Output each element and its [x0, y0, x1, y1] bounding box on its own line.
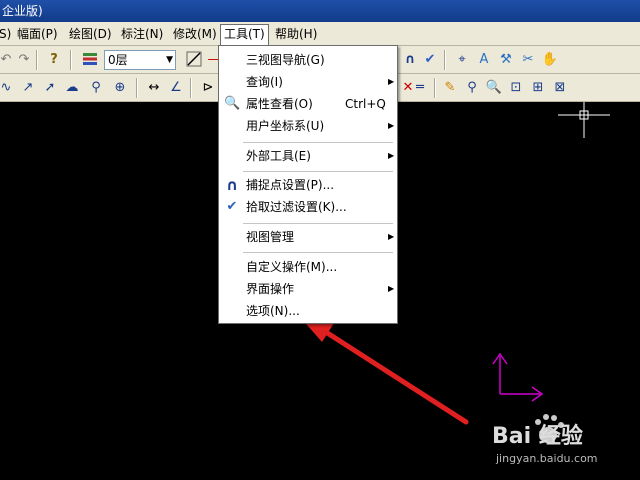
- menu-item-properties[interactable]: 🔍 属性查看(O) Ctrl+Q: [219, 93, 397, 115]
- menu-draw[interactable]: 绘图(D): [66, 24, 115, 44]
- submenu-arrow-icon: ▶: [388, 77, 395, 86]
- redo-icon[interactable]: ↷: [14, 50, 34, 70]
- menu-bar: S) 幅面(P) 绘图(D) 标注(N) 修改(M) 工具(T) 帮助(H): [0, 22, 640, 46]
- menu-separator: [243, 252, 393, 253]
- submenu-arrow-icon: ▶: [388, 121, 395, 130]
- menu-separator: [243, 171, 393, 172]
- menu-tools[interactable]: 工具(T): [220, 24, 269, 45]
- menu-item-pick-filter[interactable]: ✔ 拾取过滤设置(K)...: [219, 196, 397, 218]
- menu-item-options[interactable]: 选项(N)...: [219, 300, 397, 322]
- angle-dimension-icon[interactable]: ∠: [166, 78, 186, 98]
- snap-magnet-icon[interactable]: ∩: [400, 50, 420, 70]
- arrow-line-icon[interactable]: ➚: [40, 78, 60, 98]
- annotation-arrow-icon: [300, 317, 469, 425]
- magnifier-icon: 🔍: [224, 96, 241, 111]
- submenu-arrow-icon: ▶: [388, 151, 395, 160]
- title-bar: 企业版): [0, 0, 640, 22]
- menu-item-external-tools[interactable]: 外部工具(E) ▶: [219, 145, 397, 167]
- pencil-icon[interactable]: ✎: [440, 78, 460, 98]
- pick-filter-icon[interactable]: ✔: [420, 50, 440, 70]
- menu-separator: [243, 223, 393, 224]
- menu-help[interactable]: 帮助(H): [272, 24, 320, 44]
- attribute-icon[interactable]: A: [474, 50, 494, 70]
- layer-select-value: 0层: [108, 53, 128, 67]
- center-mark-icon[interactable]: ⊕: [110, 78, 130, 98]
- shortcut-label: Ctrl+Q: [345, 97, 386, 111]
- menu-separator: [243, 142, 393, 143]
- zoom-window-icon[interactable]: ⊡: [506, 78, 526, 98]
- menu-item-query[interactable]: 查询(I) ▶: [219, 71, 397, 93]
- line-style-icon[interactable]: [184, 50, 204, 70]
- submenu-arrow-icon: ▶: [388, 232, 395, 241]
- menu-item-ui-operations[interactable]: 界面操作 ▶: [219, 278, 397, 300]
- menu-item-customize[interactable]: 自定义操作(M)...: [219, 256, 397, 278]
- zoom-all-icon[interactable]: ⊞: [528, 78, 548, 98]
- toolbar-separator: [190, 78, 192, 98]
- hatch-icon[interactable]: ⚲: [86, 78, 106, 98]
- layer-select[interactable]: 0层 ▼: [104, 50, 176, 70]
- tolerance-icon[interactable]: ⊳: [198, 78, 218, 98]
- ucs-axis-icon: [492, 352, 544, 402]
- tools-dropdown-menu: 三视图导航(G) 查询(I) ▶ 🔍 属性查看(O) Ctrl+Q 用户坐标系(…: [218, 45, 398, 324]
- menu-item-3view-nav[interactable]: 三视图导航(G): [219, 49, 397, 71]
- submenu-arrow-icon: ▶: [388, 284, 395, 293]
- help-question-icon[interactable]: ?: [44, 50, 64, 70]
- zoom-previous-icon[interactable]: ⊠: [550, 78, 570, 98]
- menu-item-view-manager[interactable]: 视图管理 ▶: [219, 226, 397, 248]
- cloud-line-icon[interactable]: ☁: [62, 78, 82, 98]
- spline-icon[interactable]: ↗: [18, 78, 38, 98]
- chevron-down-icon: ▼: [166, 55, 173, 65]
- toolbar-separator: [434, 78, 436, 98]
- dynamic-zoom-icon[interactable]: ⚲: [462, 78, 482, 98]
- zoom-in-icon[interactable]: 🔍: [484, 78, 504, 98]
- toolbar-separator: [70, 50, 72, 70]
- menu-paper[interactable]: 幅面(P): [14, 24, 61, 44]
- menu-dimension[interactable]: 标注(N): [118, 24, 166, 44]
- menu-item-ucs[interactable]: 用户坐标系(U) ▶: [219, 115, 397, 137]
- tool-icon[interactable]: ✂: [518, 50, 538, 70]
- menu-s[interactable]: S): [0, 24, 14, 44]
- watermark-brand: Bai 经验: [492, 424, 583, 449]
- wave-line-icon[interactable]: ∿: [0, 78, 16, 98]
- measure-icon[interactable]: ⌖: [452, 50, 472, 70]
- pick-filter-icon: ✔: [226, 199, 238, 214]
- toolbar-separator: [444, 50, 446, 70]
- crosshair-cursor: [558, 102, 610, 138]
- pan-hand-icon[interactable]: ✋: [540, 50, 560, 70]
- menu-modify[interactable]: 修改(M): [170, 24, 220, 44]
- tool-icon[interactable]: ⚒: [496, 50, 516, 70]
- toolbar-separator: [136, 78, 138, 98]
- linear-dimension-icon[interactable]: ↔: [144, 78, 164, 98]
- toolbar-separator: [36, 50, 38, 70]
- watermark-url: jingyan.baidu.com: [496, 452, 598, 465]
- snap-magnet-icon: ∩: [225, 176, 239, 194]
- menu-item-snap-settings[interactable]: ∩ 捕捉点设置(P)...: [219, 174, 397, 196]
- layer-manager-icon[interactable]: [80, 50, 100, 70]
- window-title: 企业版): [2, 4, 43, 18]
- break-icon[interactable]: ═: [410, 78, 430, 98]
